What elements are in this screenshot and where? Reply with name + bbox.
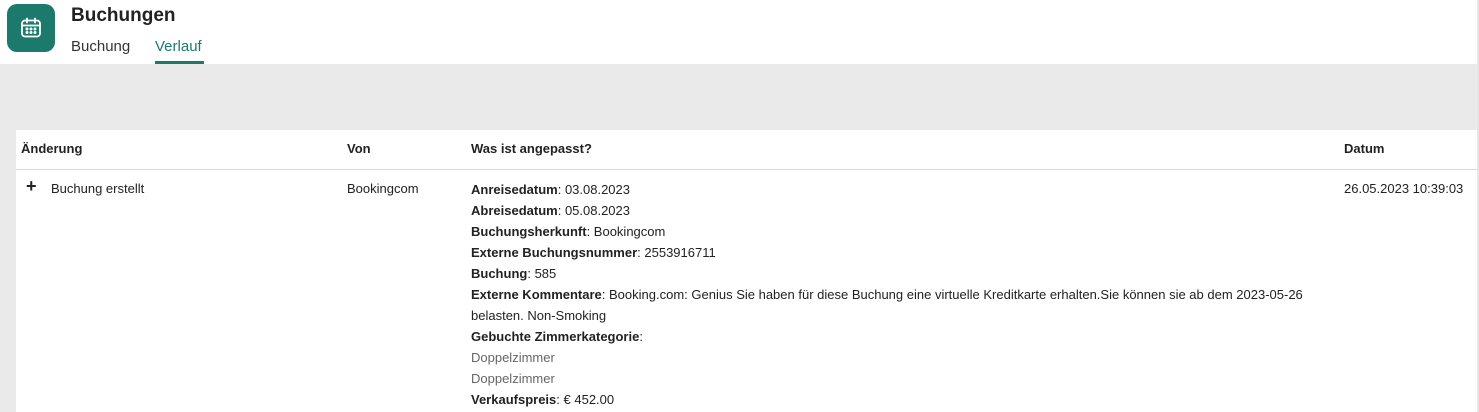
field-value: 2553916711 xyxy=(644,245,716,260)
page-title: Buchungen xyxy=(71,5,176,26)
field-label: Buchungsherkunft xyxy=(471,224,587,239)
app-icon-tile xyxy=(7,4,55,52)
column-header-what[interactable]: Was ist angepasst? xyxy=(471,141,592,156)
history-table: Änderung Von Was ist angepasst? Datum + … xyxy=(16,130,1479,412)
field-label: Externe Buchungsnummer xyxy=(471,245,638,260)
tab-verlauf[interactable]: Verlauf xyxy=(155,38,202,55)
changes-cell: Anreisedatum: 03.08.2023 Abreisedatum: 0… xyxy=(471,179,1331,410)
field-value: 05.08.2023 xyxy=(564,203,631,218)
field-value: 03.08.2023 xyxy=(564,182,631,197)
calendar-icon xyxy=(21,17,41,38)
table-header: Änderung Von Was ist angepasst? Datum xyxy=(16,130,1479,170)
field-label: Abreisedatum xyxy=(471,203,558,218)
field-label: Externe Kommentare xyxy=(471,287,602,302)
change-cell: Buchung erstellt xyxy=(51,181,145,196)
room-item: Doppelzimmer xyxy=(471,350,555,365)
field-external-number: Externe Buchungsnummer: 2553916711 xyxy=(471,245,716,260)
column-header-date[interactable]: Datum xyxy=(1344,141,1384,156)
table-row[interactable]: + Buchung erstellt Bookingcom Anreisedat… xyxy=(16,170,1479,412)
field-label: Buchung xyxy=(471,266,528,281)
field-external-comments: Externe Kommentare: Booking.com: Genius … xyxy=(471,287,1303,323)
column-header-change[interactable]: Änderung xyxy=(21,141,82,156)
field-label: Anreisedatum xyxy=(471,182,558,197)
tab-buchung[interactable]: Buchung xyxy=(71,38,130,55)
field-arrival: Anreisedatum: 03.08.2023 xyxy=(471,182,631,197)
field-room-category: Gebuchte Zimmerkategorie: xyxy=(471,329,643,344)
date-cell: 26.05.2023 10:39:03 xyxy=(1344,181,1464,196)
field-booking: Buchung: 585 xyxy=(471,266,557,281)
field-label: Gebuchte Zimmerkategorie xyxy=(471,329,640,344)
field-label: Verkaufspreis xyxy=(471,392,557,407)
field-source: Buchungsherkunft: Bookingcom xyxy=(471,224,666,239)
from-cell: Bookingcom xyxy=(347,181,419,196)
plus-icon: + xyxy=(26,176,37,196)
field-value: Bookingcom xyxy=(593,224,666,239)
field-value: 585 xyxy=(534,266,557,281)
field-sales-price: Verkaufspreis: € 452.00 xyxy=(471,392,615,407)
field-departure: Abreisedatum: 05.08.2023 xyxy=(471,203,631,218)
room-item: Doppelzimmer xyxy=(471,371,555,386)
column-header-from[interactable]: Von xyxy=(347,141,371,156)
page-header: Buchungen Buchung Verlauf xyxy=(0,0,1479,64)
field-value: € 452.00 xyxy=(563,392,615,407)
